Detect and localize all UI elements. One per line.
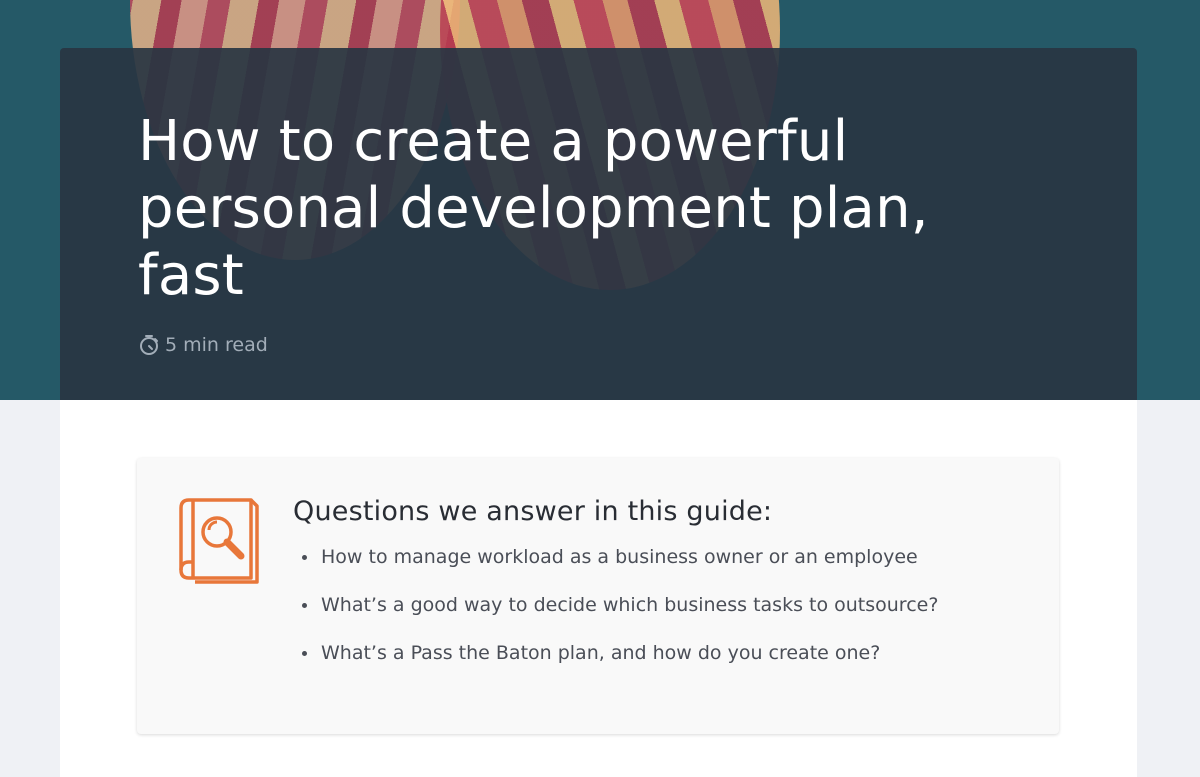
guide-question-item: What’s a Pass the Baton plan, and how do…	[293, 638, 938, 686]
read-time-label: 5 min read	[165, 334, 268, 356]
guide-heading: Questions we answer in this guide:	[293, 496, 773, 527]
read-time: 5 min read	[138, 334, 268, 356]
guide-question-item: What’s a good way to decide which busine…	[293, 590, 938, 638]
hero-card: How to create a powerful personal develo…	[60, 48, 1137, 400]
guide-question-list: How to manage workload as a business own…	[293, 542, 938, 686]
stopwatch-icon	[140, 335, 158, 355]
guide-summary-box: Questions we answer in this guide: How t…	[137, 458, 1059, 734]
page-title: How to create a powerful personal develo…	[138, 109, 929, 308]
book-magnifier-icon	[179, 498, 259, 584]
content-card: Questions we answer in this guide: How t…	[60, 400, 1137, 777]
guide-question-item: How to manage workload as a business own…	[293, 542, 938, 590]
